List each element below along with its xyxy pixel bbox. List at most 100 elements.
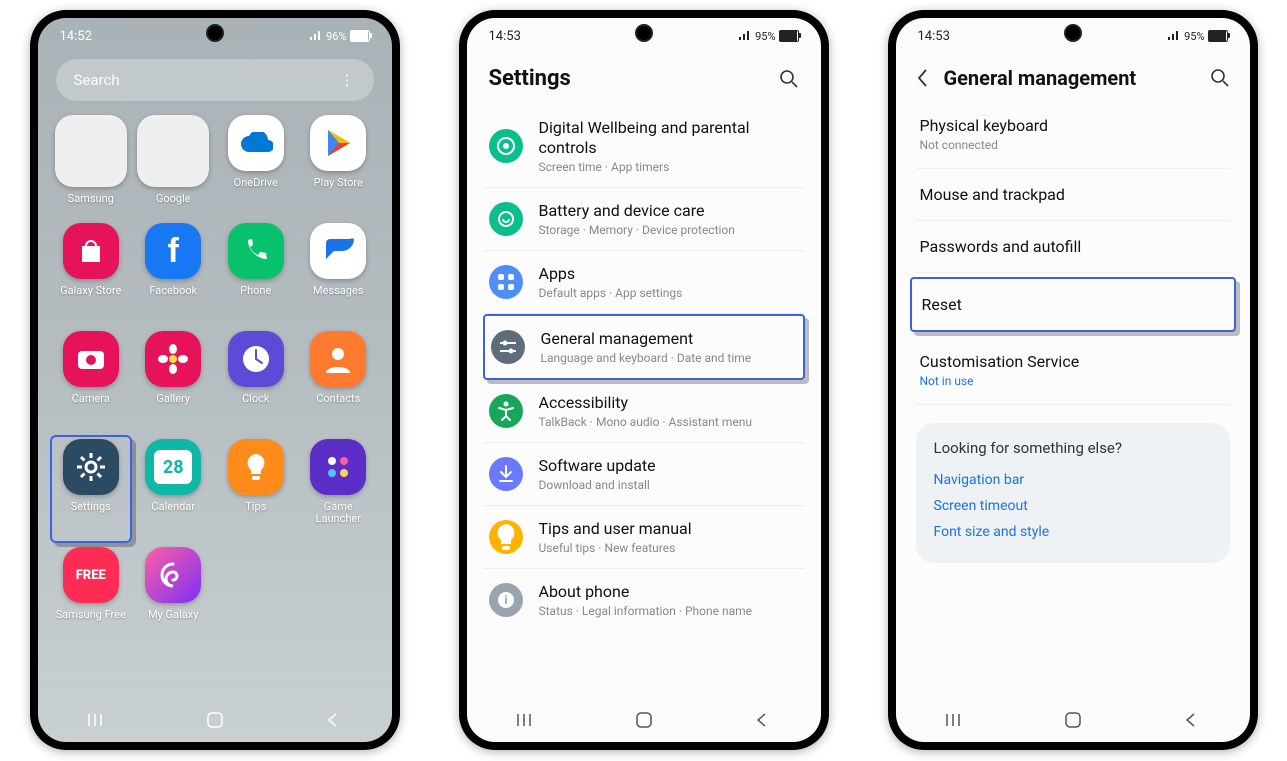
target-icon xyxy=(489,129,523,163)
settings-row-tips-and-user-manual[interactable]: Tips and user manual Useful tips · New fe… xyxy=(483,506,805,569)
home-key[interactable] xyxy=(200,712,230,728)
app-phone[interactable]: Phone xyxy=(215,219,298,327)
row-title: About phone xyxy=(539,582,753,602)
sliders-icon xyxy=(491,330,525,364)
settings-row-digital-wellbeing-and-parental-controls[interactable]: Digital Wellbeing and parental controlsS… xyxy=(483,105,805,188)
app-label: Play Store xyxy=(314,177,363,189)
svg-text:i: i xyxy=(504,593,507,607)
battery-text: 95% xyxy=(1184,30,1204,43)
row-title: Mouse and trackpad xyxy=(920,185,1226,204)
bulb-icon xyxy=(228,439,284,495)
app-clock[interactable]: Clock xyxy=(215,327,298,435)
row-title: Passwords and autofill xyxy=(920,237,1226,256)
home-key[interactable] xyxy=(629,712,659,728)
nav-bar xyxy=(896,698,1250,742)
app-label: My Galaxy xyxy=(148,609,198,621)
row-title: Battery and device care xyxy=(539,201,735,221)
suggest-link[interactable]: Font size and style xyxy=(934,519,1212,545)
camera-icon xyxy=(63,331,119,387)
app-label: Google xyxy=(156,193,191,205)
gm-row-reset[interactable]: Reset xyxy=(910,277,1236,332)
gm-row-mouse-and-trackpad[interactable]: Mouse and trackpad xyxy=(916,169,1230,221)
three-phone-tutorial: 14:52 96% Search ⋮ Samsung Google OneDrive… xyxy=(0,0,1287,761)
info-icon: i xyxy=(489,583,523,617)
clock-text: 14:52 xyxy=(60,29,92,44)
phone-home: 14:52 96% Search ⋮ Samsung Google OneDrive… xyxy=(30,10,400,750)
app-contacts[interactable]: Contacts xyxy=(297,327,380,435)
app-grid: Samsung Google OneDrive Play Store Galaxy St… xyxy=(38,111,392,698)
recents-key[interactable] xyxy=(82,713,112,727)
gm-row-physical-keyboard[interactable]: Physical keyboardNot connected xyxy=(916,100,1230,169)
nav-bar xyxy=(467,698,821,742)
search-icon[interactable] xyxy=(779,69,799,89)
back-key[interactable] xyxy=(1176,713,1206,727)
clock-text: 14:53 xyxy=(918,29,950,44)
gm-row-customisation-service[interactable]: Customisation ServiceNot in use xyxy=(916,336,1230,405)
row-subtitle: Screen time · App timers xyxy=(539,160,799,174)
camera-notch xyxy=(635,24,653,42)
app-camera[interactable]: Camera xyxy=(50,327,133,435)
person-icon xyxy=(310,331,366,387)
app-game-launcher[interactable]: Game Launcher xyxy=(297,435,380,543)
row-title: Accessibility xyxy=(539,393,752,413)
app-onedrive[interactable]: OneDrive xyxy=(215,111,298,219)
app-settings[interactable]: Settings xyxy=(50,435,133,543)
suggest-title: Looking for something else? xyxy=(934,439,1212,457)
settings-row-software-update[interactable]: Software updateDownload and install xyxy=(483,443,805,506)
suggest-link[interactable]: Screen timeout xyxy=(934,493,1212,519)
gear-icon xyxy=(63,439,119,495)
chat-icon xyxy=(310,223,366,279)
app-facebook[interactable]: fFacebook xyxy=(132,219,215,327)
settings-row-accessibility[interactable]: Accessibility TalkBack · Mono audio · Ass… xyxy=(483,380,805,443)
settings-row-general-management[interactable]: General managementLanguage and keyboard … xyxy=(483,314,805,380)
app-label: Clock xyxy=(242,393,269,405)
battery-icon xyxy=(350,30,370,42)
app-samsung-free[interactable]: FREE Samsung Free xyxy=(50,543,133,651)
app-calendar[interactable]: 28Calendar xyxy=(132,435,215,543)
app-play-store[interactable]: Play Store xyxy=(297,111,380,219)
a11y-icon xyxy=(489,394,523,428)
28-icon: 28 xyxy=(145,439,201,495)
battery-text: 96% xyxy=(326,30,346,43)
row-subtitle: Not connected xyxy=(920,138,1226,152)
search-input[interactable]: Search ⋮ xyxy=(56,59,374,101)
suggest-link[interactable]: Navigation bar xyxy=(934,467,1212,493)
bag-icon xyxy=(63,223,119,279)
app-label: Camera xyxy=(72,393,110,405)
back-icon[interactable] xyxy=(916,69,930,87)
app-tips[interactable]: Tips xyxy=(215,435,298,543)
row-subtitle: TalkBack · Mono audio · Assistant menu xyxy=(539,415,752,429)
row-subtitle: Not in use xyxy=(920,374,1226,388)
row-title: Software update xyxy=(539,456,656,476)
recents-key[interactable] xyxy=(511,713,541,727)
recents-key[interactable] xyxy=(940,713,970,727)
app-google[interactable]: Google xyxy=(132,111,215,219)
search-icon[interactable] xyxy=(1210,68,1230,88)
nav-bar xyxy=(38,698,392,742)
FREE-icon: FREE xyxy=(63,547,119,603)
app-label: Samsung Free xyxy=(56,609,126,621)
app-label: Samsung xyxy=(68,193,114,205)
app-label: Settings xyxy=(71,501,111,513)
more-icon[interactable]: ⋮ xyxy=(340,71,356,89)
battery-icon xyxy=(1208,30,1228,42)
row-subtitle: Useful tips · New features xyxy=(539,541,692,555)
home-key[interactable] xyxy=(1058,712,1088,728)
row-title: Tips and user manual xyxy=(539,519,692,539)
settings-row-about-phone[interactable]: iAbout phoneStatus · Legal information ·… xyxy=(483,569,805,631)
gm-row-passwords-and-autofill[interactable]: Passwords and autofill xyxy=(916,221,1230,273)
suggestion-card: Looking for something else? Navigation ba… xyxy=(916,423,1230,563)
app-samsung[interactable]: Samsung xyxy=(50,111,133,219)
settings-row-apps[interactable]: AppsDefault apps · App settings xyxy=(483,251,805,314)
back-key[interactable] xyxy=(747,713,777,727)
page-title: General management xyxy=(944,66,1196,90)
app-galaxy-store[interactable]: Galaxy Store xyxy=(50,219,133,327)
app-my-galaxy[interactable]: My Galaxy xyxy=(132,543,215,651)
settings-row-battery-and-device-care[interactable]: Battery and device careStorage · Memory … xyxy=(483,188,805,251)
settings-list: Digital Wellbeing and parental controlsS… xyxy=(467,105,821,698)
app-gallery[interactable]: Gallery xyxy=(132,327,215,435)
download-icon xyxy=(489,457,523,491)
app-messages[interactable]: Messages xyxy=(297,219,380,327)
back-key[interactable] xyxy=(318,713,348,727)
phone-general-management: 14:53 95% General management Physical ke… xyxy=(888,10,1258,750)
